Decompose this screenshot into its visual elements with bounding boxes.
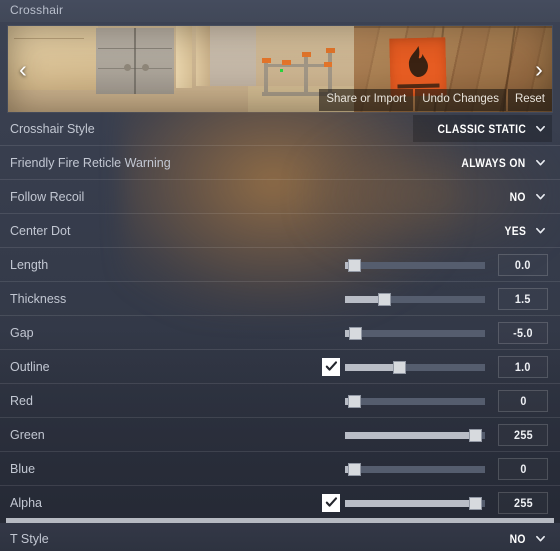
preview-action-buttons: Share or Import Undo Changes Reset	[319, 88, 552, 111]
setting-label: Follow Recoil	[10, 189, 85, 204]
slider-value: 255	[513, 427, 533, 442]
setting-row-thickness[interactable]: Thickness 1.5	[0, 281, 560, 315]
blue-value-box[interactable]: 0	[498, 457, 548, 480]
setting-row-green[interactable]: Green 255	[0, 417, 560, 451]
chevron-down-icon	[536, 227, 545, 234]
setting-label: Green	[10, 427, 45, 442]
dropdown-center-dot[interactable]: YES	[491, 217, 552, 244]
setting-row-red[interactable]: Red 0	[0, 383, 560, 417]
dropdown-value: YES	[504, 223, 526, 238]
page-title: Crosshair	[10, 3, 64, 17]
dropdown-crosshair-style[interactable]: CLASSIC STATIC	[412, 115, 552, 142]
slider-handle[interactable]	[347, 462, 361, 476]
chevron-down-icon	[536, 125, 545, 132]
dropdown-value: NO	[509, 189, 526, 204]
dropdown-value: ALWAYS ON	[461, 155, 526, 170]
outline-slider[interactable]	[345, 360, 485, 374]
setting-label: Red	[10, 393, 33, 408]
setting-row-center-dot[interactable]: Center Dot YES	[0, 213, 560, 247]
slider-value: 0	[519, 393, 527, 408]
alpha-checkbox[interactable]	[322, 493, 340, 512]
setting-row-blue[interactable]: Blue 0	[0, 451, 560, 485]
setting-row-alpha[interactable]: Alpha 255	[0, 485, 560, 519]
alpha-slider[interactable]	[345, 496, 485, 510]
chevron-down-icon	[536, 159, 545, 166]
setting-row-follow-recoil[interactable]: Follow Recoil NO	[0, 179, 560, 213]
slider-handle[interactable]	[469, 496, 483, 510]
outline-checkbox[interactable]	[322, 357, 340, 376]
setting-row-gap[interactable]: Gap -5.0	[0, 315, 560, 349]
share-or-import-button[interactable]: Share or Import	[319, 88, 414, 111]
green-slider[interactable]	[345, 428, 485, 442]
settings-list: Crosshair Style CLASSIC STATIC Friendly Fi…	[0, 112, 560, 519]
slider-handle[interactable]	[378, 292, 392, 306]
thickness-value-box[interactable]: 1.5	[498, 287, 548, 310]
slider-handle[interactable]	[347, 258, 361, 272]
slider-track	[345, 465, 485, 473]
gap-value-box[interactable]: -5.0	[498, 321, 548, 344]
setting-label: T Style	[10, 531, 49, 546]
slider-fill	[345, 363, 400, 371]
outline-value-box[interactable]: 1.0	[498, 355, 548, 378]
slider-value: 1.0	[515, 359, 531, 374]
blue-slider[interactable]	[345, 462, 485, 476]
length-value-box[interactable]: 0.0	[498, 253, 548, 276]
slider-value: 255	[513, 495, 533, 510]
slider-value: 1.5	[515, 291, 531, 306]
slider-handle[interactable]	[393, 360, 407, 374]
setting-row-outline[interactable]: Outline 1.0	[0, 349, 560, 383]
slider-fill	[345, 499, 476, 507]
setting-label: Blue	[10, 461, 36, 476]
check-icon	[325, 497, 337, 507]
check-icon	[325, 361, 337, 371]
slider-track	[345, 329, 485, 337]
setting-label: Gap	[10, 325, 34, 340]
gap-slider[interactable]	[345, 326, 485, 340]
dropdown-friendly-fire-reticle-warning[interactable]: ALWAYS ON	[441, 149, 552, 176]
t-style-dropdown[interactable]: NO	[497, 525, 552, 551]
slider-value: 0.0	[515, 257, 531, 272]
setting-label: Center Dot	[10, 223, 71, 238]
crosshair-preview[interactable]: ‹ › Share or Import Undo Changes Reset	[8, 26, 552, 112]
setting-label: Length	[10, 257, 49, 272]
slider-value: -5.0	[513, 325, 533, 340]
green-value-box[interactable]: 255	[498, 423, 548, 446]
slider-value: 0	[519, 461, 527, 476]
slider-fill	[345, 431, 476, 439]
chevron-down-icon	[536, 535, 545, 542]
setting-label: Friendly Fire Reticle Warning	[10, 155, 171, 170]
dropdown-value: NO	[509, 531, 526, 546]
dropdown-follow-recoil[interactable]: NO	[497, 183, 552, 210]
setting-label: Crosshair Style	[10, 121, 95, 136]
slider-handle[interactable]	[469, 428, 483, 442]
setting-row-friendly-fire-reticle-warning[interactable]: Friendly Fire Reticle Warning ALWAYS ON	[0, 145, 560, 179]
setting-label: Outline	[10, 359, 50, 374]
previous-preview-arrow-icon[interactable]: ‹	[12, 54, 34, 84]
slider-track	[345, 397, 485, 405]
thickness-slider[interactable]	[345, 292, 485, 306]
setting-label: Thickness	[10, 291, 67, 306]
slider-track	[345, 261, 485, 269]
slider-handle[interactable]	[347, 394, 361, 408]
panel-header: Crosshair	[0, 0, 560, 22]
red-slider[interactable]	[345, 394, 485, 408]
setting-row-t-style[interactable]: T Style NO	[0, 526, 560, 551]
reset-button[interactable]: Reset	[507, 88, 552, 111]
setting-row-crosshair-style[interactable]: Crosshair Style CLASSIC STATIC	[0, 112, 560, 145]
undo-changes-button[interactable]: Undo Changes	[415, 88, 506, 111]
dropdown-value: CLASSIC STATIC	[437, 121, 526, 136]
setting-row-length[interactable]: Length 0.0	[0, 247, 560, 281]
next-preview-arrow-icon[interactable]: ›	[528, 54, 550, 84]
alpha-value-box[interactable]: 255	[498, 491, 548, 514]
slider-handle[interactable]	[348, 326, 362, 340]
chevron-down-icon	[536, 193, 545, 200]
red-value-box[interactable]: 0	[498, 389, 548, 412]
length-slider[interactable]	[345, 258, 485, 272]
setting-label: Alpha	[10, 495, 42, 510]
crosshair-settings-panel: Crosshair ‹ › Share or Import Undo Chang…	[0, 0, 560, 551]
